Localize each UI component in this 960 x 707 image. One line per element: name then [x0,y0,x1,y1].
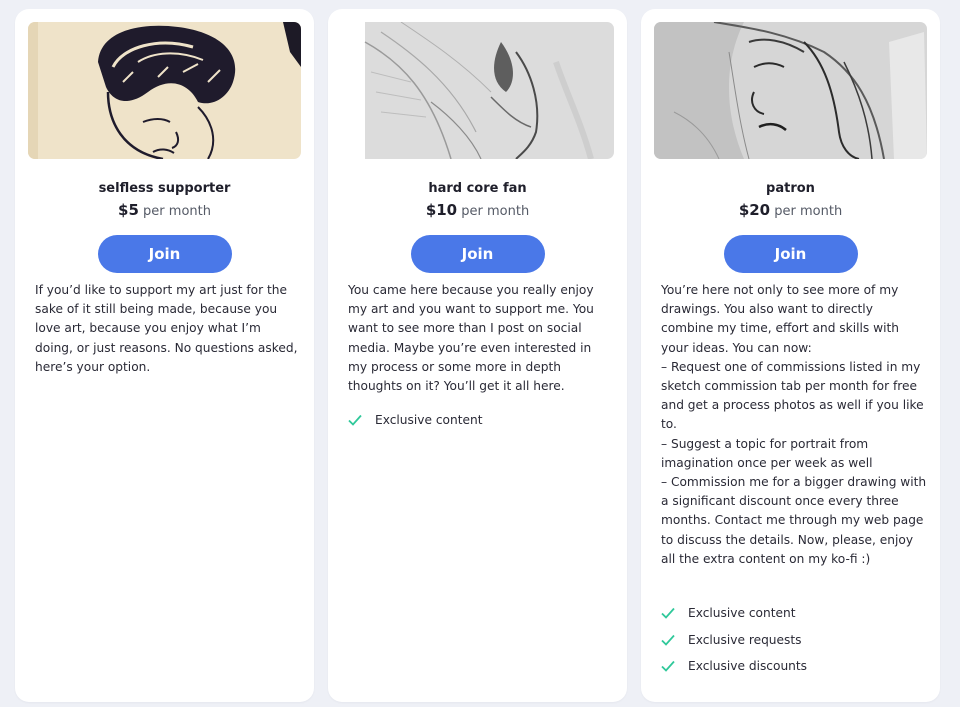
tier-description: You came here because you really enjoy m… [348,283,594,394]
benefit-item: Exclusive content [348,407,483,434]
tier-card-hard-core-fan: hard core fan $10 per month Join You cam… [328,9,627,702]
boy-sketch-image [28,22,301,159]
benefit-label: Exclusive content [688,606,796,621]
check-icon [661,661,675,673]
price-period: per month [461,204,530,219]
join-button[interactable]: Join [410,235,545,273]
price-amount: $20 [738,201,771,219]
check-icon [348,415,362,427]
price-amount: $10 [425,201,458,219]
tier-name: selfless supporter [98,181,231,196]
price-amount: $5 [118,201,139,219]
tier-card-patron: patron $20 per month Join You’re here no… [641,9,940,702]
benefit-item: Exclusive discounts [661,653,807,680]
benefit-item: Exclusive requests [661,627,807,654]
join-button[interactable]: Join [97,235,232,273]
benefit-list: Exclusive content [348,407,483,434]
check-icon [661,608,675,620]
price-period: per month [774,204,843,219]
tier-price: $20 per month [641,201,940,219]
tier-price: $10 per month [328,201,627,219]
pencil-sketch-image [341,22,614,159]
join-button[interactable]: Join [723,235,858,273]
price-period: per month [143,204,211,219]
tier-name: hard core fan [428,181,527,196]
benefit-label: Exclusive content [375,413,483,428]
tier-description: If you’d like to support my art just for… [35,283,298,374]
benefit-item: Exclusive content [661,600,807,627]
tier-description: You’re here not only to see more of my d… [661,283,927,566]
portrait-sketch-image [654,22,927,159]
tier-name: patron [766,181,815,196]
tier-card-selfless-supporter: selfless supporter $5 per month Join If … [15,9,314,702]
benefit-list: Exclusive content Exclusive requests Exc… [661,600,807,680]
benefit-label: Exclusive discounts [688,659,808,674]
tier-price: $5 per month [15,201,314,219]
benefit-label: Exclusive requests [688,632,802,647]
check-icon [661,634,675,646]
